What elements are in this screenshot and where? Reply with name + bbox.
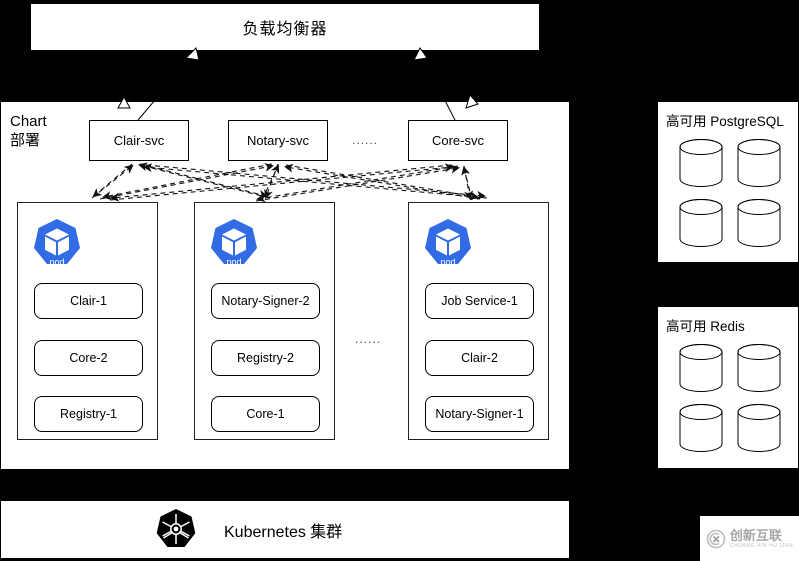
postgresql-title: 高可用 PostgreSQL	[666, 114, 784, 129]
service-label: Core-svc	[431, 133, 484, 148]
watermark: 创新互联 CHUANG XIN HU LIAN	[700, 516, 799, 561]
database-cylinder-icon	[678, 198, 724, 248]
redis-title: 高可用 Redis	[666, 319, 745, 334]
pod-item-label: Registry-1	[60, 407, 117, 421]
chart-label-line2: 部署	[10, 132, 41, 149]
watermark-sub-text: CHUANG XIN HU LIAN	[729, 542, 794, 549]
diagram-canvas: 负载均衡器 Chart 部署 Clair-svc Notary-svc Core…	[0, 0, 799, 561]
pod-icon: pod	[421, 217, 475, 271]
service-label: Notary-svc	[246, 133, 310, 148]
pod-icon: pod	[207, 217, 261, 271]
pod-item-label: Clair-1	[70, 294, 107, 308]
pod-group: pod Job Service-1 Clair-2 Notary-Signer-…	[408, 202, 549, 440]
kubernetes-cluster-label: Kubernetes 集群	[224, 523, 343, 541]
database-cylinder-icon	[678, 343, 724, 393]
pod-item-label: Core-2	[69, 351, 108, 365]
watermark-logo-icon	[706, 529, 726, 548]
database-cylinder-icon	[736, 343, 782, 393]
pod-icon-label: pod	[226, 257, 241, 267]
pod-item[interactable]: Registry-1	[34, 396, 143, 432]
postgresql-nodes	[658, 136, 798, 256]
pod-group: pod Notary-Signer-2 Registry-2 Core-1	[194, 202, 335, 440]
pod-item-label: Notary-Signer-1	[435, 407, 524, 421]
pod-item-label: Core-1	[246, 407, 285, 421]
redis-nodes	[658, 341, 798, 461]
pod-item[interactable]: Registry-2	[211, 340, 320, 376]
watermark-main-text: 创新互联	[729, 527, 782, 543]
pod-item[interactable]: Clair-2	[425, 340, 534, 376]
chart-deployment-label: Chart 部署	[10, 112, 90, 150]
pod-icon-label: pod	[440, 257, 455, 267]
pod-item[interactable]: Core-2	[34, 340, 143, 376]
pod-item[interactable]: Job Service-1	[425, 283, 534, 319]
pod-item[interactable]: Notary-Signer-2	[211, 283, 320, 319]
pod-icon: pod	[30, 217, 84, 271]
kubernetes-cluster-box: Kubernetes 集群	[0, 500, 570, 559]
service-box-notary-svc[interactable]: Notary-svc	[228, 120, 328, 161]
pod-item[interactable]: Notary-Signer-1	[425, 396, 534, 432]
pod-groups-ellipsis: ......	[355, 332, 382, 346]
pod-icon-label: pod	[49, 257, 64, 267]
load-balancer-label: 负载均衡器	[242, 21, 328, 38]
pod-item-label: Job Service-1	[441, 294, 518, 308]
service-label: Clair-svc	[113, 133, 165, 148]
pod-item[interactable]: Clair-1	[34, 283, 143, 319]
services-ellipsis: ......	[352, 133, 379, 147]
database-cylinder-icon	[678, 138, 724, 188]
redis-panel: 高可用 Redis	[657, 306, 799, 469]
pod-item[interactable]: Core-1	[211, 396, 320, 432]
chart-label-line1: Chart	[10, 113, 47, 130]
pod-item-label: Registry-2	[237, 351, 294, 365]
pod-item-label: Clair-2	[461, 351, 498, 365]
postgresql-panel: 高可用 PostgreSQL	[657, 101, 799, 263]
service-box-core-svc[interactable]: Core-svc	[408, 120, 508, 161]
database-cylinder-icon	[736, 138, 782, 188]
kubernetes-logo-icon	[154, 508, 198, 552]
database-cylinder-icon	[736, 198, 782, 248]
database-cylinder-icon	[736, 403, 782, 453]
pod-item-label: Notary-Signer-2	[221, 294, 310, 308]
pod-group: pod Clair-1 Core-2 Registry-1	[17, 202, 158, 440]
database-cylinder-icon	[678, 403, 724, 453]
service-box-clair-svc[interactable]: Clair-svc	[89, 120, 189, 161]
load-balancer-box: 负载均衡器	[30, 3, 540, 51]
